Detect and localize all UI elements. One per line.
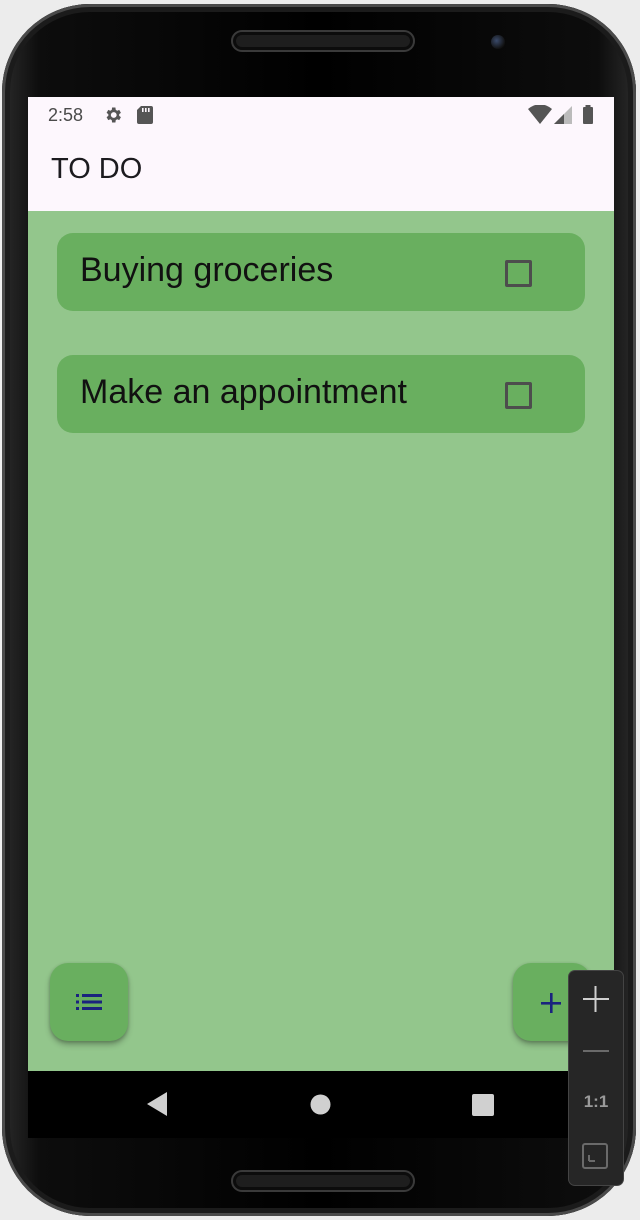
back-icon[interactable]	[146, 1091, 168, 1121]
fit-screen-icon[interactable]	[569, 1131, 623, 1181]
home-icon[interactable]	[310, 1094, 331, 1119]
recents-icon[interactable]	[472, 1094, 494, 1120]
battery-icon	[582, 105, 594, 129]
zoom-one-to-one-button[interactable]: 1:1	[569, 1092, 623, 1112]
sd-card-icon	[136, 105, 154, 129]
front-camera	[491, 35, 505, 49]
top-speaker	[231, 30, 415, 52]
zoom-in-icon[interactable]	[569, 974, 623, 1024]
app-bar: TO DO	[28, 133, 614, 211]
list-icon	[76, 992, 102, 1016]
wifi-icon	[528, 104, 552, 129]
cell-signal-icon	[553, 105, 573, 129]
todo-label: Buying groceries	[80, 251, 334, 289]
todo-item[interactable]: Buying groceries	[57, 233, 585, 311]
status-time: 2:58	[48, 105, 84, 125]
bottom-speaker	[231, 1170, 415, 1192]
list-fab-button[interactable]	[50, 963, 128, 1041]
gear-icon	[103, 105, 123, 129]
status-bar: 2:58	[28, 97, 614, 133]
app-screen: 2:58 TO DO Buying groceries Make an appo…	[28, 97, 614, 1138]
todo-item[interactable]: Make an appointment	[57, 355, 585, 433]
todo-label: Make an appointment	[80, 373, 407, 411]
plus-icon	[540, 992, 562, 1018]
emulator-zoom-controls: 1:1	[569, 971, 623, 1185]
todo-checkbox[interactable]	[505, 382, 532, 409]
zoom-out-icon[interactable]	[569, 1026, 623, 1076]
todo-checkbox[interactable]	[505, 260, 532, 287]
page-title: TO DO	[51, 153, 143, 185]
system-nav-bar	[28, 1071, 614, 1138]
